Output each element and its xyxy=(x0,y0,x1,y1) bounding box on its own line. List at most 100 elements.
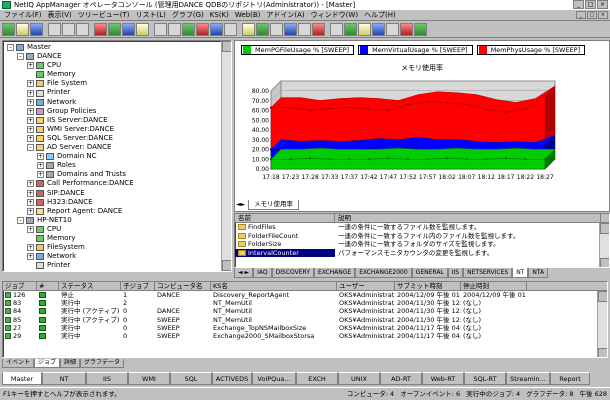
list-scrollbar[interactable] xyxy=(599,223,609,267)
tab-ks-2[interactable]: EXCHANGE xyxy=(314,268,356,278)
knowledge-script-icon[interactable] xyxy=(358,23,371,36)
new-icon[interactable] xyxy=(2,23,15,36)
about-icon[interactable] xyxy=(386,23,399,36)
job-column-header[interactable]: コンピュータ名 xyxy=(155,282,211,290)
expand-icon[interactable]: + xyxy=(27,134,34,142)
tree-item[interactable]: Printer xyxy=(5,261,231,270)
job-column-header[interactable]: 停止時刻 xyxy=(461,282,527,290)
copy-icon[interactable] xyxy=(62,23,75,36)
expand-icon[interactable]: + xyxy=(27,225,34,233)
tab-ks-7[interactable]: NT xyxy=(512,268,529,278)
view-tab-1[interactable]: NT xyxy=(42,372,86,385)
expand-icon[interactable]: + xyxy=(27,107,34,115)
tool-icon[interactable] xyxy=(400,23,413,36)
view-tab-13[interactable]: Report xyxy=(550,372,590,385)
collapse-icon[interactable]: - xyxy=(7,44,14,52)
view-tab-6[interactable]: VoIPQua... xyxy=(252,372,296,385)
job-row[interactable]: 126 停止 1 DANCE Discovery_ReportAgent OKS¥Admi… xyxy=(3,291,607,299)
tree-item[interactable]: + Printer xyxy=(5,88,231,97)
filter-icon[interactable] xyxy=(270,23,283,36)
view-tab-4[interactable]: SQL xyxy=(170,372,212,385)
expand-icon[interactable]: + xyxy=(27,244,34,252)
menu-item-1[interactable]: 表示(V) xyxy=(48,10,72,20)
job-list-scrollbar[interactable] xyxy=(597,291,607,357)
expand-icon[interactable]: + xyxy=(37,171,44,179)
tab-ks-0[interactable]: IAQ xyxy=(253,268,272,278)
expand-icon[interactable]: + xyxy=(27,198,34,206)
tree-item[interactable]: + Roles xyxy=(5,161,231,170)
expand-icon[interactable]: + xyxy=(27,89,34,97)
refresh-icon[interactable] xyxy=(122,23,135,36)
paste-icon[interactable] xyxy=(76,23,89,36)
menu-item-6[interactable]: Web(B) xyxy=(235,11,261,19)
list-item[interactable]: FindFiles 一連の条件に一致するファイル数を監視します。 xyxy=(235,223,609,232)
tree-item[interactable]: + CPU xyxy=(5,61,231,70)
job-icon[interactable] xyxy=(210,23,223,36)
mdi-restore-button[interactable]: □ xyxy=(587,11,597,19)
event-icon[interactable] xyxy=(196,23,209,36)
view-tab-5[interactable]: ACTIVEDS xyxy=(212,372,252,385)
expand-icon[interactable]: + xyxy=(27,207,34,215)
tab-ks-6[interactable]: NETSERVICES xyxy=(463,268,513,278)
menu-item-7[interactable]: アドイン(A) xyxy=(266,10,304,20)
tree-view[interactable]: - Master - DANCE + CPU Memory + File System + Prin… xyxy=(2,40,232,272)
expand-icon[interactable]: + xyxy=(27,253,34,261)
view-tab-8[interactable]: UNIX xyxy=(338,372,380,385)
job-column-header[interactable]: 子ジョブ xyxy=(121,282,155,290)
tree-view-icon[interactable] xyxy=(154,23,167,36)
open-icon[interactable] xyxy=(16,23,29,36)
run-icon[interactable] xyxy=(108,23,121,36)
view-tab-2[interactable]: IIS xyxy=(86,372,128,385)
tree-item[interactable]: - HP-NET10 xyxy=(5,216,231,225)
menu-item-0[interactable]: ファイル(F) xyxy=(4,10,42,20)
report-icon[interactable] xyxy=(242,23,255,36)
help-icon[interactable] xyxy=(372,23,385,36)
column-description[interactable]: 説明 xyxy=(335,214,601,222)
collapse-icon[interactable]: - xyxy=(17,53,24,61)
tree-item[interactable]: + Report Agent: DANCE xyxy=(5,207,231,216)
list-item[interactable]: FolderSize 一連の条件に一致するフォルダのサイズを監視します。 xyxy=(235,240,609,249)
addin-icon[interactable] xyxy=(414,23,427,36)
menu-item-4[interactable]: グラフ(G) xyxy=(172,10,204,20)
job-row[interactable]: 83 実行中 2 NT_MemUtil OKS¥Administrat 2004/11/3… xyxy=(3,299,607,307)
save-icon[interactable] xyxy=(30,23,43,36)
properties-icon[interactable] xyxy=(284,23,297,36)
menu-item-5[interactable]: KS(K) xyxy=(210,11,229,19)
folder-icon[interactable] xyxy=(136,23,149,36)
expand-icon[interactable]: + xyxy=(37,153,44,161)
web-icon[interactable] xyxy=(344,23,357,36)
tab-ks-3[interactable]: EXCHANGE2000 xyxy=(355,268,412,278)
stop-icon[interactable] xyxy=(94,23,107,36)
view-tab-12[interactable]: Streamin... xyxy=(506,372,550,385)
collapse-icon[interactable]: - xyxy=(27,144,34,152)
menu-item-9[interactable]: ヘルプ(H) xyxy=(364,10,396,20)
expand-icon[interactable]: + xyxy=(37,162,44,170)
minimize-button[interactable]: _ xyxy=(573,0,584,9)
tab-job-3[interactable]: グラフデータ xyxy=(80,359,125,368)
tab-ks-5[interactable]: IIS xyxy=(447,268,464,278)
view-tab-10[interactable]: Web-RT xyxy=(422,372,464,385)
alert-icon[interactable] xyxy=(312,23,325,36)
expand-icon[interactable]: + xyxy=(27,180,34,188)
job-row[interactable]: 85 実行中 (アクティブ) 0 SWEEP NT_MemUtil OKS¥Adminis… xyxy=(3,316,607,324)
list-item[interactable]: FolderFileCount 一連の条件に一致するファイル内のファイル数を監視し… xyxy=(235,232,609,241)
list-view-icon[interactable] xyxy=(168,23,181,36)
tree-item[interactable]: + Domain NC xyxy=(5,152,231,161)
tree-item[interactable]: + Call Performance:DANCE xyxy=(5,179,231,188)
job-column-header[interactable]: サブミット時刻 xyxy=(395,282,461,290)
job-column-header[interactable]: # xyxy=(37,282,59,290)
tree-item[interactable]: + IIS Server:DANCE xyxy=(5,116,231,125)
menu-item-8[interactable]: ウィンドウ(W) xyxy=(311,10,358,20)
menu-item-3[interactable]: リスト(L) xyxy=(136,10,166,20)
graph-icon[interactable] xyxy=(182,23,195,36)
job-row[interactable]: 29 実行中 0 SWEEP Exchange2000_SMailboxStorsa OK… xyxy=(3,332,607,340)
tab-memory-usage[interactable]: メモリ使用率 xyxy=(248,200,299,210)
tab-scroll-arrows[interactable]: ◄ ► xyxy=(234,268,254,278)
window-icon[interactable] xyxy=(330,23,343,36)
tab-ks-4[interactable]: GENERAL xyxy=(411,268,448,278)
tree-item[interactable]: + FileSystem xyxy=(5,243,231,252)
tree-item[interactable]: - AD Server: DANCE xyxy=(5,143,231,152)
tree-item[interactable]: + H323:DANCE xyxy=(5,198,231,207)
tree-item[interactable]: Memory xyxy=(5,70,231,79)
mdi-close-button[interactable]: × xyxy=(598,11,608,19)
